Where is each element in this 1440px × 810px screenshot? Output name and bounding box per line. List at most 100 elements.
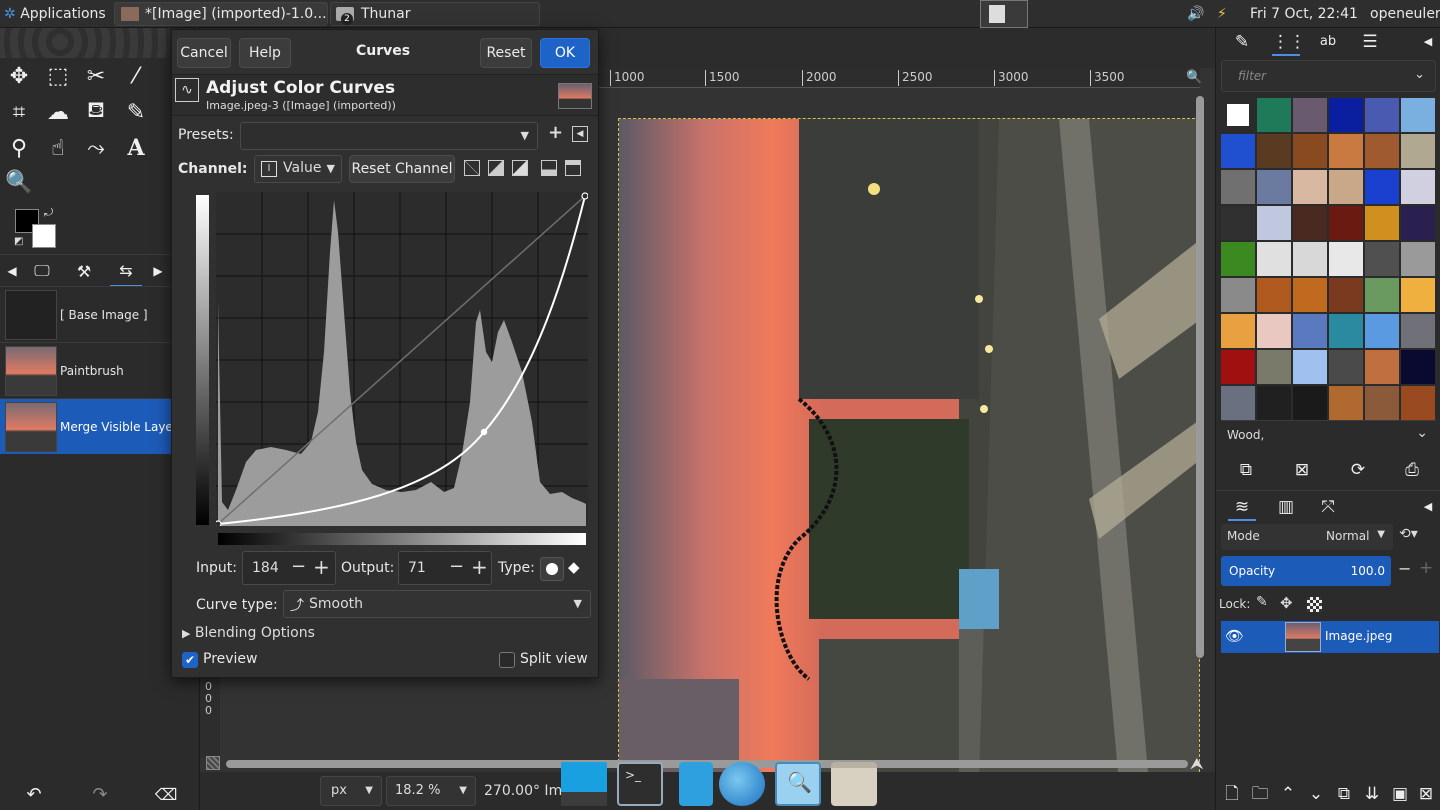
file-manager-icon[interactable] xyxy=(679,762,713,806)
pattern-swatch[interactable] xyxy=(1221,134,1255,168)
preset-menu-icon[interactable]: ◀ xyxy=(572,126,588,142)
perceptual-histogram-icon[interactable] xyxy=(512,160,528,176)
pattern-swatch[interactable] xyxy=(1401,206,1435,240)
curve-view-linear-icon[interactable] xyxy=(541,160,557,176)
pattern-swatch[interactable] xyxy=(1221,278,1255,312)
pattern-swatch[interactable] xyxy=(1329,278,1363,312)
pattern-swatch[interactable] xyxy=(1257,350,1291,384)
delete-layer-icon[interactable]: ⊠ xyxy=(1412,780,1440,808)
pattern-swatch[interactable] xyxy=(1257,314,1291,348)
pattern-swatch[interactable] xyxy=(1293,170,1327,204)
duplicate-pattern-icon[interactable]: ⧉ xyxy=(1232,456,1260,484)
tab-channels-icon[interactable]: ▥ xyxy=(1272,493,1300,521)
curve-view-log-icon[interactable] xyxy=(565,160,581,176)
pattern-swatch[interactable] xyxy=(1401,242,1435,276)
tab-gradients-icon[interactable]: ☰ xyxy=(1356,28,1384,56)
pattern-swatch[interactable] xyxy=(1221,242,1255,276)
background-color-swatch[interactable] xyxy=(32,224,56,248)
text-tool-icon[interactable]: A xyxy=(120,132,152,164)
tab-patterns-icon[interactable]: ⋮⋮ xyxy=(1272,28,1306,56)
pattern-swatch[interactable] xyxy=(1329,386,1363,420)
pattern-swatch[interactable] xyxy=(1365,170,1399,204)
show-desktop-icon[interactable] xyxy=(561,762,607,806)
output-increment-icon[interactable]: + xyxy=(471,555,488,579)
pattern-swatch[interactable] xyxy=(1293,350,1327,384)
tab-undo-history-icon[interactable]: ⇆ xyxy=(110,255,142,287)
tab-document-history-icon[interactable]: ⚒ xyxy=(68,255,100,287)
opacity-increment-icon[interactable]: + xyxy=(1419,558,1433,578)
pattern-swatch[interactable] xyxy=(1293,386,1327,420)
layer-visibility-eye-icon[interactable]: 👁 xyxy=(1225,627,1244,645)
reset-mode-icon[interactable]: ⟲▾ xyxy=(1399,526,1418,542)
applications-menu[interactable]: ✲ Applications xyxy=(4,0,106,28)
navigate-icon[interactable]: ⮝ xyxy=(1190,754,1204,774)
clear-history-icon[interactable]: ⌫ xyxy=(150,778,182,810)
layer-row-image[interactable]: 👁 Image.jpeg xyxy=(1221,621,1439,653)
output-decrement-icon[interactable]: − xyxy=(449,556,464,577)
pattern-swatch[interactable] xyxy=(1329,350,1363,384)
volume-icon[interactable]: 🔊 xyxy=(1187,0,1204,28)
rect-select-tool-icon[interactable]: ⬚ xyxy=(42,60,74,92)
pattern-swatch[interactable] xyxy=(1401,98,1435,132)
ok-button[interactable]: OK xyxy=(540,38,590,68)
tab-scroll-right-icon[interactable]: ▶ xyxy=(146,255,170,287)
taskbar-thunar-window[interactable]: 2 Thunar xyxy=(330,2,540,26)
unit-select[interactable]: px ▼ xyxy=(320,776,382,806)
home-folder-icon[interactable] xyxy=(831,762,877,806)
input-increment-icon[interactable]: + xyxy=(313,555,330,579)
selected-pattern-name[interactable]: Wood, ⌄ xyxy=(1221,420,1436,450)
pattern-swatch[interactable] xyxy=(1293,134,1327,168)
pattern-swatch[interactable] xyxy=(1221,170,1255,204)
reset-button[interactable]: Reset xyxy=(480,38,532,68)
undo-item-paintbrush[interactable]: Paintbrush xyxy=(0,342,200,398)
open-pattern-as-image-icon[interactable]: ⎙ xyxy=(1398,456,1426,484)
image-photo[interactable] xyxy=(618,118,1200,782)
pattern-swatch[interactable] xyxy=(1401,386,1435,420)
opacity-decrement-icon[interactable]: − xyxy=(1398,559,1411,578)
pattern-swatch[interactable] xyxy=(1365,278,1399,312)
pattern-swatch[interactable] xyxy=(1293,278,1327,312)
layers-dock-menu-icon[interactable]: ◀ xyxy=(1414,493,1440,521)
undo-item-merge-visible[interactable]: Merge Visible Layers xyxy=(0,398,200,454)
curve-type-combo[interactable]: ⤴ Smooth ▼ xyxy=(283,590,591,618)
pattern-swatch[interactable] xyxy=(1329,242,1363,276)
input-decrement-icon[interactable]: − xyxy=(291,556,306,577)
input-spinbox[interactable]: 184 − + xyxy=(242,551,336,585)
pattern-swatch[interactable] xyxy=(1329,98,1363,132)
pattern-swatch[interactable] xyxy=(1257,386,1291,420)
channel-combo[interactable]: I Value ▼ xyxy=(254,155,342,183)
pattern-swatch[interactable] xyxy=(1257,170,1291,204)
clone-tool-icon[interactable]: ⚲ xyxy=(3,132,35,164)
power-plug-icon[interactable]: ⚡ xyxy=(1217,0,1227,28)
pattern-swatch[interactable] xyxy=(1293,242,1327,276)
pattern-swatch[interactable] xyxy=(1329,134,1363,168)
undo-item-base[interactable]: [ Base Image ] xyxy=(0,286,200,342)
swap-colors-icon[interactable]: ⤾ xyxy=(44,206,53,220)
pattern-swatch[interactable] xyxy=(1293,314,1327,348)
pattern-swatch[interactable] xyxy=(1221,314,1255,348)
pattern-swatch[interactable] xyxy=(1221,350,1255,384)
crop-tool-icon[interactable]: ⌗ xyxy=(3,96,35,128)
pattern-swatch[interactable] xyxy=(1365,350,1399,384)
raise-layer-icon[interactable]: ⌃ xyxy=(1274,780,1302,808)
duplicate-layer-icon[interactable]: ⧉ xyxy=(1330,780,1358,808)
linear-histogram-icon[interactable] xyxy=(464,160,480,176)
log-histogram-icon[interactable] xyxy=(488,160,504,176)
corner-point-icon[interactable]: ◆ xyxy=(568,558,580,576)
pattern-swatch[interactable] xyxy=(1329,206,1363,240)
quick-mask-toggle-icon[interactable] xyxy=(206,756,220,770)
lock-pixels-icon[interactable]: ✎ xyxy=(1256,594,1268,610)
web-browser-icon[interactable] xyxy=(719,762,765,806)
pattern-swatch[interactable] xyxy=(1365,206,1399,240)
pattern-swatch[interactable] xyxy=(1293,206,1327,240)
delete-pattern-icon[interactable]: ⊠ xyxy=(1288,456,1316,484)
lower-layer-icon[interactable]: ⌄ xyxy=(1302,780,1330,808)
pattern-swatch[interactable] xyxy=(1293,98,1327,132)
smudge-tool-icon[interactable]: ☝ xyxy=(42,132,74,164)
blending-options-expander[interactable]: ▶ Blending Options xyxy=(182,625,315,641)
pattern-swatch[interactable] xyxy=(1221,98,1255,132)
scissors-select-tool-icon[interactable]: ✂ xyxy=(80,60,112,92)
pattern-swatch[interactable] xyxy=(1257,206,1291,240)
paintbrush-tool-icon[interactable]: ✎ xyxy=(120,96,152,128)
pattern-swatch[interactable] xyxy=(1257,98,1291,132)
